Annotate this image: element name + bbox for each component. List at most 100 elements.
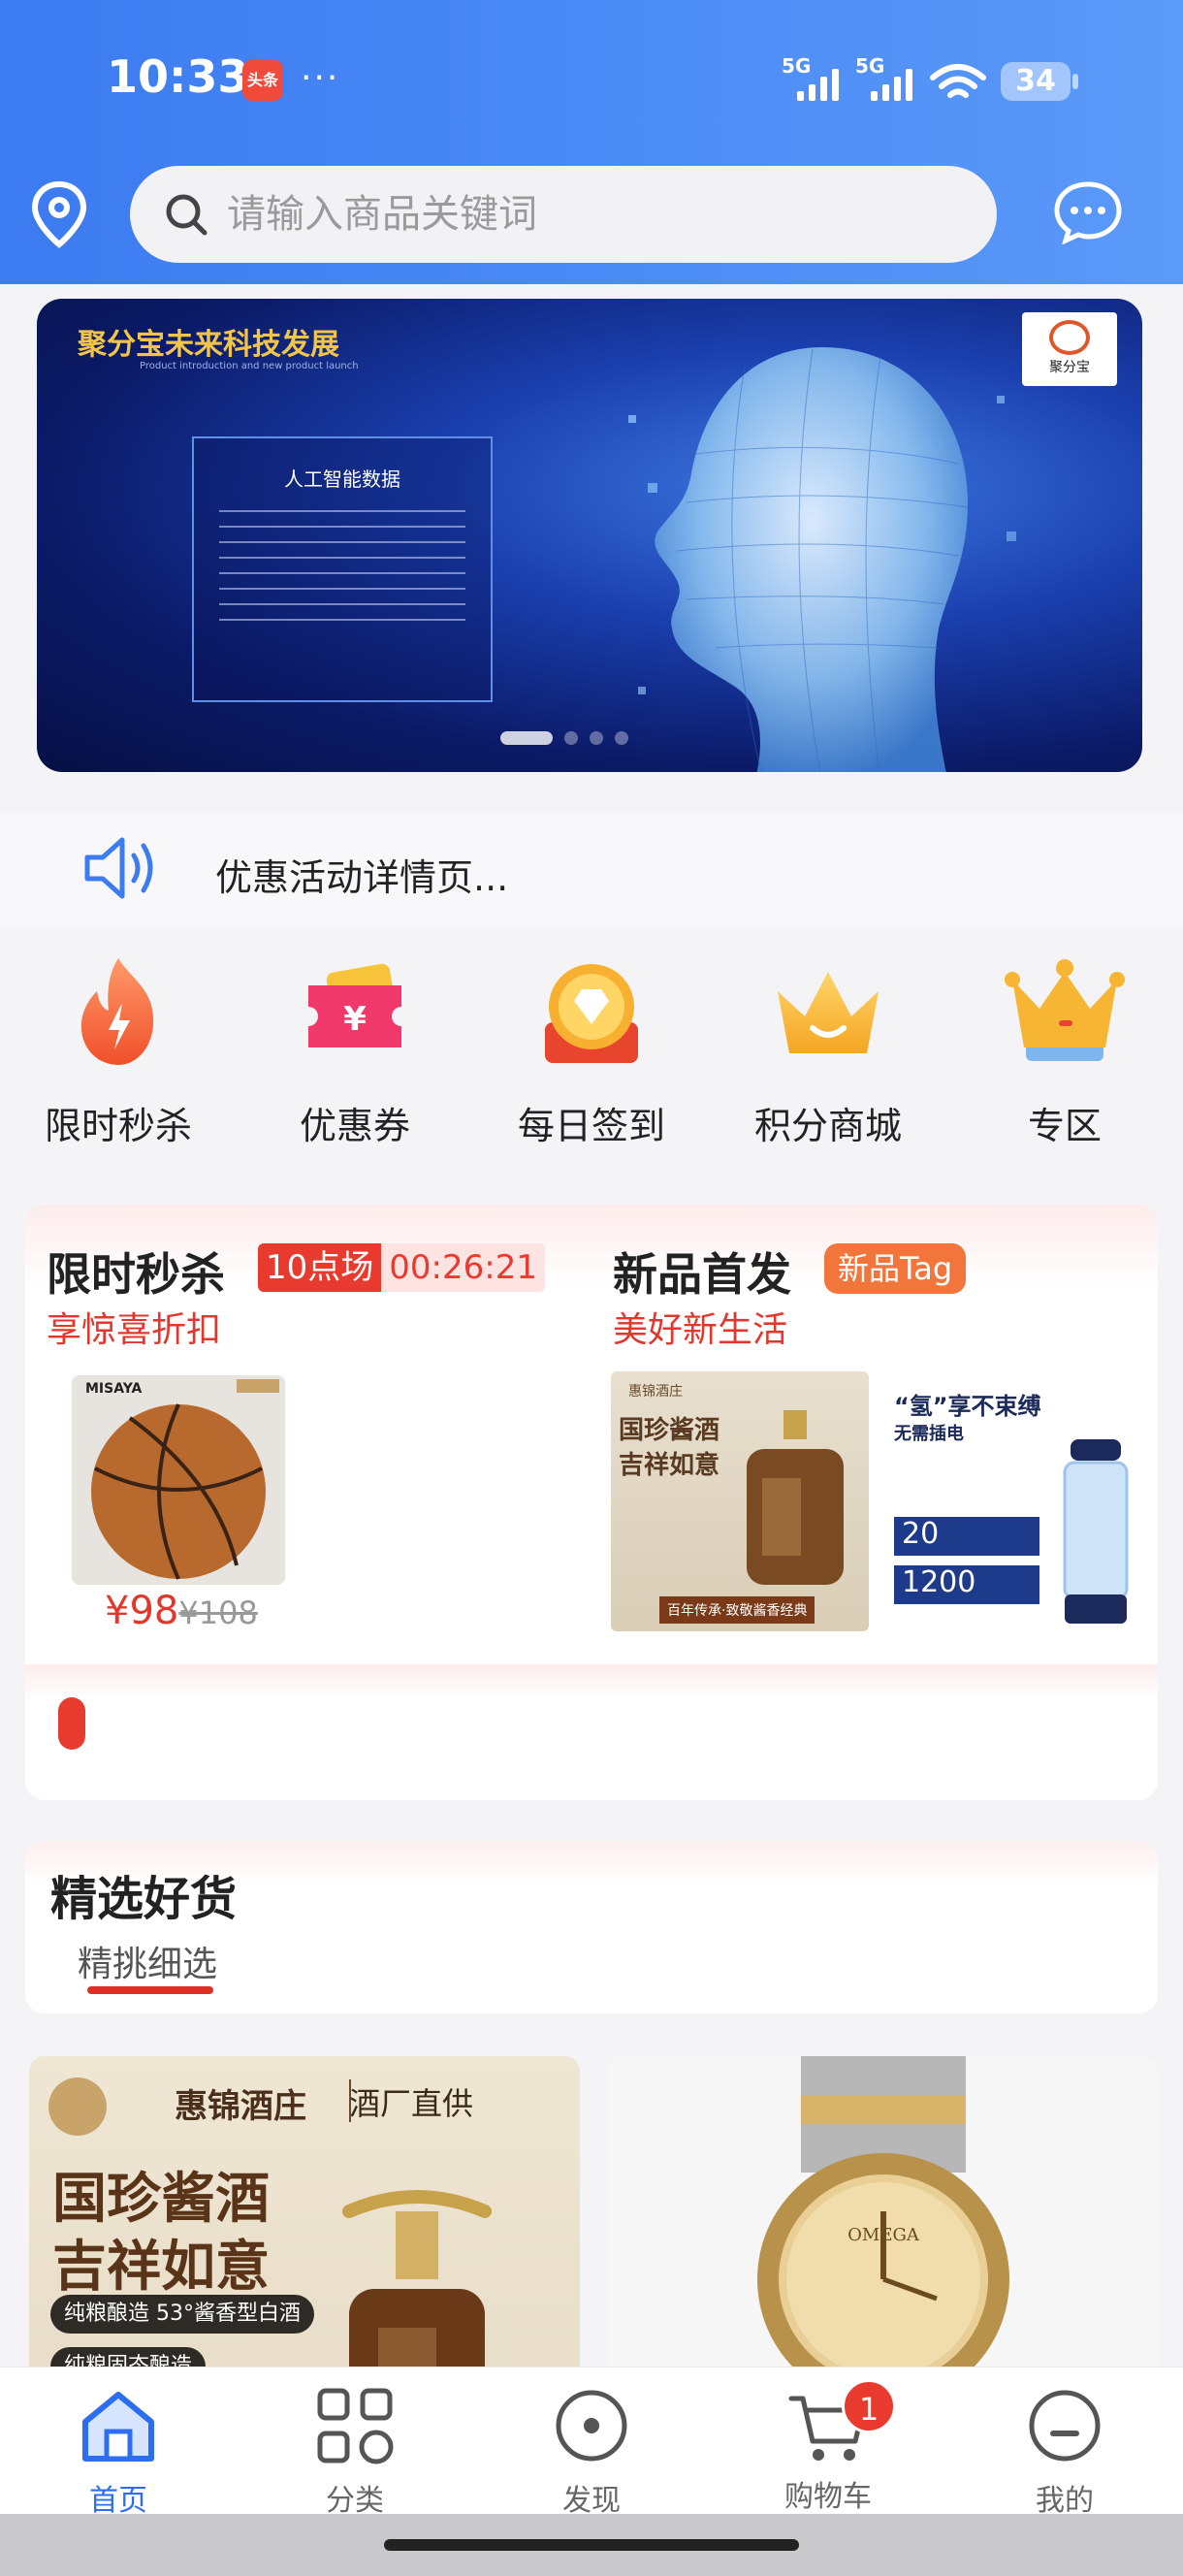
flash-sale-title[interactable]: 限时秒杀: [47, 1240, 225, 1304]
brand-logo: 聚分宝: [1022, 312, 1117, 386]
wifi-icon: [930, 64, 986, 98]
bottom-navigation: 首页 分类 发现 1 购物车 我的: [0, 2367, 1183, 2518]
brand-logo-mark-icon: [1049, 320, 1090, 355]
banner-title: 聚分宝未来科技发展: [78, 328, 339, 362]
cart-icon-wrap: 1: [787, 2379, 896, 2466]
brand-logo-text: 聚分宝: [1049, 360, 1090, 375]
discover-icon: [556, 2390, 627, 2462]
promo-banner[interactable]: 聚分宝未来科技发展 Product introduction and new p…: [37, 299, 1142, 772]
quick-item-coupon[interactable]: ¥ 优惠券: [258, 952, 452, 1149]
tab-curated[interactable]: 精挑细选: [78, 1936, 217, 1986]
countdown-timer: 00:26:21: [381, 1243, 545, 1292]
top-header: 10:33 头条 ··· 5G 5G 34: [0, 0, 1183, 284]
profile-icon: [1029, 2390, 1101, 2462]
product-label: 酒厂直供: [349, 2085, 474, 2122]
announcement-text: 优惠活动详情页...: [215, 856, 509, 899]
promo-indicator: [58, 1697, 85, 1750]
banner-dot[interactable]: [564, 731, 578, 745]
liquor-headline-2: 吉祥如意: [619, 1451, 720, 1480]
battery-indicator: 34: [1001, 62, 1078, 101]
basketball-icon: MISAYA: [72, 1375, 285, 1585]
original-price: ¥108: [178, 1594, 258, 1631]
hydrogen-bottle-product-image[interactable]: “氢”享不束缚 无需插电 20 1200: [882, 1371, 1144, 1631]
new-arrivals-title[interactable]: 新品首发: [613, 1240, 791, 1304]
product-brand: 惠锦酒庄: [175, 2087, 306, 2126]
banner-dot-active[interactable]: [500, 731, 553, 745]
cart-badge: 1: [842, 2379, 896, 2433]
quick-item-daily-checkin[interactable]: 每日签到: [495, 952, 688, 1149]
nav-category[interactable]: 分类: [277, 2385, 432, 2519]
quick-item-points-mall[interactable]: 积分商城: [731, 952, 925, 1149]
nav-label: 分类: [326, 2484, 384, 2518]
message-icon[interactable]: [1053, 180, 1123, 244]
toutiao-app-icon: 头条: [242, 60, 283, 101]
ball-brand: MISAYA: [85, 1381, 143, 1397]
hydro-stat-1: 20: [894, 1517, 1039, 1556]
promo-divider: [25, 1664, 1158, 1699]
selected-goods-title: 精选好货: [50, 1872, 238, 1926]
banner-box-title: 人工智能数据: [284, 467, 400, 491]
quick-item-zone[interactable]: 专区: [968, 952, 1162, 1149]
diamond-icon: [545, 964, 638, 1063]
promo-card: 限时秒杀 10点场 00:26:21 享惊喜折扣 MISAYA ¥98¥108 …: [25, 1205, 1158, 1800]
search-bar[interactable]: [130, 166, 997, 263]
status-time: 10:33: [107, 50, 249, 103]
nav-label: 首页: [89, 2484, 147, 2518]
quick-menu: 限时秒杀 ¥ 优惠券 每日签到 积分商城 专区: [0, 931, 1183, 1154]
quick-item-flash-sale[interactable]: 限时秒杀: [21, 952, 215, 1149]
search-icon: [166, 194, 208, 236]
ai-head-illustration: [628, 347, 1016, 772]
nav-cart[interactable]: 1 购物车: [751, 2379, 906, 2515]
banner-subtitle: Product introduction and new product lau…: [140, 361, 359, 371]
signal-bars-1-icon: [797, 68, 839, 101]
quick-item-label: 优惠券: [299, 1105, 410, 1147]
banner-dot[interactable]: [615, 731, 628, 745]
crown-icon: [778, 972, 879, 1053]
signal-bars-2-icon: [871, 68, 912, 101]
nav-discover[interactable]: 发现: [514, 2385, 669, 2519]
liquor-bottle-icon: [747, 1410, 844, 1585]
product-headline-2: 吉祥如意: [52, 2235, 270, 2299]
speaker-icon: [84, 837, 153, 899]
new-arrivals-tag: 新品Tag: [824, 1243, 967, 1294]
banner-pagination: [500, 731, 628, 745]
selected-goods-header: 精选好货 精挑细选: [25, 1841, 1158, 2013]
search-input[interactable]: [227, 192, 906, 237]
quick-item-label: 积分商城: [753, 1105, 902, 1147]
banner-dot[interactable]: [590, 731, 603, 745]
nav-home[interactable]: 首页: [41, 2385, 196, 2519]
coupon-icon: ¥: [308, 963, 401, 1047]
flash-sale-price: ¥98¥108: [105, 1589, 258, 1633]
flash-sale-countdown: 10点场 00:26:21: [258, 1243, 545, 1292]
system-home-bar: [0, 2514, 1183, 2576]
quick-item-label: 限时秒杀: [44, 1105, 192, 1147]
nav-label: 我的: [1036, 2484, 1094, 2518]
new-arrivals-subtitle: 美好新生活: [613, 1310, 788, 1350]
nav-label: 购物车: [784, 2480, 872, 2514]
announcement-bar[interactable]: 优惠活动详情页...: [0, 813, 1183, 927]
basketball-product-image[interactable]: MISAYA: [72, 1375, 285, 1585]
location-pin-icon[interactable]: [27, 180, 91, 248]
svg-text:¥: ¥: [343, 1000, 367, 1039]
flash-sale-slot: 10点场: [258, 1243, 382, 1292]
more-notifications-icon: ···: [301, 58, 340, 98]
flame-icon: [80, 958, 154, 1065]
liquor-brand: 惠锦酒庄: [628, 1384, 683, 1400]
product-desc: 纯粮酿造 53°酱香型白酒: [50, 2295, 314, 2334]
flash-sale-subtitle: 享惊喜折扣: [47, 1310, 222, 1350]
category-icon: [317, 2388, 394, 2464]
current-price: ¥98: [105, 1589, 179, 1633]
home-icon: [82, 2392, 154, 2462]
product-headline-1: 国珍酱酒: [52, 2167, 270, 2231]
quick-item-label: 每日签到: [517, 1105, 665, 1147]
home-indicator[interactable]: [384, 2539, 799, 2551]
nav-profile[interactable]: 我的: [987, 2385, 1142, 2519]
liquor-product-image[interactable]: 惠锦酒庄 国珍酱酒 吉祥如意 百年传承·致敬酱香经典: [611, 1371, 869, 1631]
water-bottle-icon: [1063, 1439, 1129, 1624]
nav-label: 发现: [562, 2484, 621, 2518]
banner-box-text: [219, 510, 465, 627]
hydro-stat-2: 1200: [894, 1565, 1039, 1604]
watch-brand: OMEGA: [847, 2225, 920, 2245]
liquor-headline-1: 国珍酱酒: [619, 1416, 720, 1445]
brand-badge-icon: [48, 2077, 107, 2136]
